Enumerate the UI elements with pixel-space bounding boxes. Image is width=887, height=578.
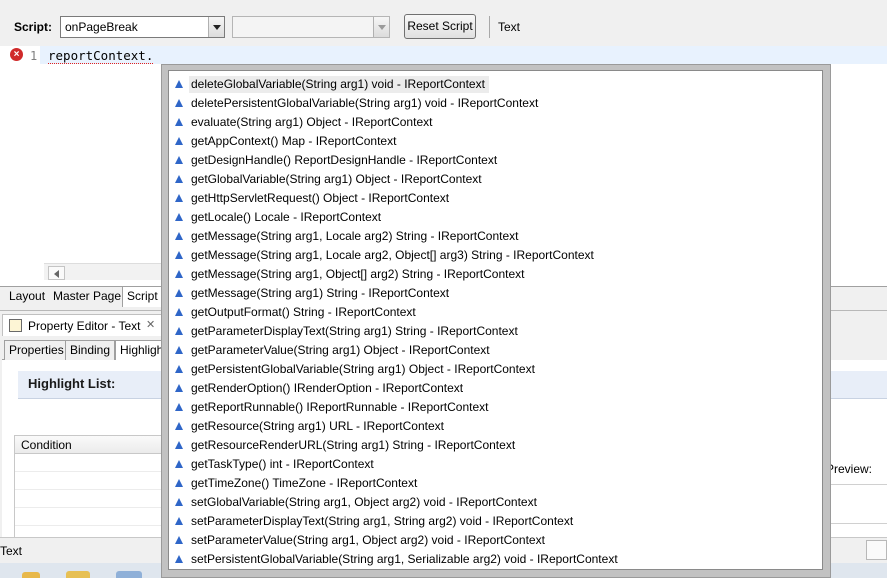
public-method-icon xyxy=(175,80,183,88)
script-toolbar: Script: onPageBreak Reset Script Text xyxy=(0,0,887,46)
public-method-icon xyxy=(175,536,183,544)
code-line[interactable]: reportContext. xyxy=(48,48,154,64)
chevron-down-icon xyxy=(373,17,389,37)
public-method-icon xyxy=(175,232,183,240)
tab-properties[interactable]: Properties xyxy=(4,340,69,360)
preview-box xyxy=(824,484,887,524)
property-tab-bar: Properties Binding Highlights xyxy=(2,338,162,360)
assist-item-label: getDesignHandle() ReportDesignHandle - I… xyxy=(191,153,498,167)
public-method-icon xyxy=(175,137,183,145)
scroll-left-icon[interactable] xyxy=(48,266,65,280)
public-method-icon xyxy=(175,441,183,449)
reset-script-button[interactable]: Reset Script xyxy=(404,14,476,39)
assist-item-label: getGlobalVariable(String arg1) Object - … xyxy=(191,172,482,186)
property-editor-icon xyxy=(9,319,22,332)
assist-item-label: getMessage(String arg1) String - IReport… xyxy=(191,286,450,300)
folder-icon[interactable] xyxy=(22,572,40,578)
property-editor-title: Property Editor - Text xyxy=(28,319,141,333)
assist-item-label: getPersistentGlobalVariable(String arg1)… xyxy=(191,362,535,376)
status-field xyxy=(866,540,887,560)
assist-item-label: deleteGlobalVariable(String arg1) void -… xyxy=(189,76,489,93)
chevron-down-icon[interactable] xyxy=(208,17,224,37)
public-method-icon xyxy=(175,308,183,316)
public-method-icon xyxy=(175,213,183,221)
table-row[interactable] xyxy=(15,509,163,526)
folder-icon[interactable] xyxy=(66,571,90,578)
content-assist-popup: deleteGlobalVariable(String arg1) void -… xyxy=(161,64,831,578)
assist-item-label: setParameterValue(String arg1, Object ar… xyxy=(191,533,545,547)
script-event-combo[interactable]: onPageBreak xyxy=(60,16,225,38)
assist-item-label: getAppContext() Map - IReportContext xyxy=(191,134,397,148)
public-method-icon xyxy=(175,270,183,278)
condition-column-header[interactable]: Condition xyxy=(15,436,163,454)
public-method-icon xyxy=(175,346,183,354)
script-label: Script: xyxy=(14,20,53,34)
assist-item-label: getTimeZone() TimeZone - IReportContext xyxy=(191,476,418,490)
assist-item-label: getParameterValue(String arg1) Object - … xyxy=(191,343,490,357)
script-event-value: onPageBreak xyxy=(65,20,138,34)
assist-item-label: getOutputFormat() String - IReportContex… xyxy=(191,305,416,319)
highlight-list-title: Highlight List: xyxy=(28,376,116,391)
assist-item-label: getHttpServletRequest() Object - IReport… xyxy=(191,191,450,205)
public-method-icon xyxy=(175,403,183,411)
public-method-icon xyxy=(175,384,183,392)
public-method-icon xyxy=(175,517,183,525)
assist-item-label: getMessage(String arg1, Locale arg2) Str… xyxy=(191,229,519,243)
toolbar-separator xyxy=(489,16,490,38)
public-method-icon xyxy=(175,365,183,373)
current-line-highlight xyxy=(40,46,887,64)
assist-item-label: getRenderOption() IRenderOption - IRepor… xyxy=(191,381,464,395)
public-method-icon xyxy=(175,555,183,563)
tab-binding[interactable]: Binding xyxy=(65,340,116,360)
preview-label: Preview: xyxy=(826,462,873,476)
assist-item-label: getResource(String arg1) URL - IReportCo… xyxy=(191,419,444,433)
public-method-icon xyxy=(175,460,183,468)
window-icon[interactable] xyxy=(116,571,142,578)
error-icon[interactable]: × xyxy=(10,48,23,61)
public-method-icon xyxy=(175,479,183,487)
table-row[interactable] xyxy=(15,455,163,472)
tab-master-page[interactable]: Master Page xyxy=(49,287,127,307)
public-method-icon xyxy=(175,99,183,107)
secondary-combo-disabled xyxy=(232,16,390,38)
tab-layout[interactable]: Layout xyxy=(5,287,51,307)
public-method-icon xyxy=(175,118,183,126)
assist-item-label: getMessage(String arg1, Locale arg2, Obj… xyxy=(191,248,594,262)
table-row[interactable] xyxy=(15,491,163,508)
assist-item-label: evaluate(String arg1) Object - IReportCo… xyxy=(191,115,433,129)
public-method-icon xyxy=(175,175,183,183)
content-assist-list[interactable]: deleteGlobalVariable(String arg1) void -… xyxy=(168,70,823,570)
public-method-icon xyxy=(175,498,183,506)
tab-highlights[interactable]: Highlights xyxy=(115,340,162,360)
assist-item-label: getMessage(String arg1, Object[] arg2) S… xyxy=(191,267,525,281)
close-icon[interactable]: ✕ xyxy=(146,318,155,331)
assist-item-label: getParameterDisplayText(String arg1) Str… xyxy=(191,324,518,338)
status-text: Text xyxy=(0,544,23,558)
table-row[interactable] xyxy=(15,473,163,490)
assist-item-label: setGlobalVariable(String arg1, Object ar… xyxy=(191,495,537,509)
line-number: 1 xyxy=(30,49,38,63)
assist-item-label: getResourceRenderURL(String arg1) String… xyxy=(191,438,516,452)
public-method-icon xyxy=(175,156,183,164)
tab-script[interactable]: Script xyxy=(122,287,163,307)
assist-item-label: deletePersistentGlobalVariable(String ar… xyxy=(191,96,539,110)
element-type-label: Text xyxy=(498,20,521,34)
assist-item-label: setParameterDisplayText(String arg1, Str… xyxy=(191,514,574,528)
assist-item-label: setPersistentGlobalVariable(String arg1,… xyxy=(191,552,618,566)
public-method-icon xyxy=(175,422,183,430)
public-method-icon xyxy=(175,327,183,335)
assist-item-label: getReportRunnable() IReportRunnable - IR… xyxy=(191,400,489,414)
property-editor-view-tab[interactable]: Property Editor - Text ✕ xyxy=(2,314,162,336)
assist-item-label: getTaskType() int - IReportContext xyxy=(191,457,374,471)
assist-item-label: getLocale() Locale - IReportContext xyxy=(191,210,382,224)
public-method-icon xyxy=(175,194,183,202)
public-method-icon xyxy=(175,251,183,259)
horizontal-scrollbar[interactable] xyxy=(44,263,162,280)
public-method-icon xyxy=(175,289,183,297)
